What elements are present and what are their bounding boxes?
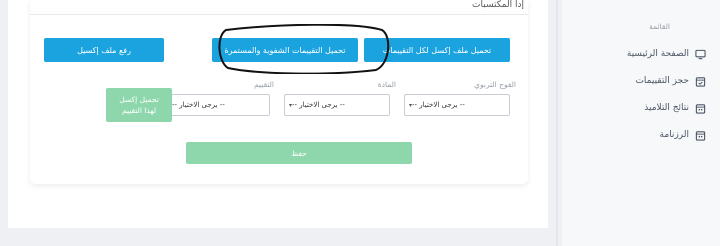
upload-excel-button[interactable]: رفع ملف إكسيل	[44, 38, 164, 62]
sidebar-item-label: الصفحة الرئيسية	[626, 49, 689, 59]
calendar-icon	[695, 130, 706, 141]
main-panel: إدا المكتسبات رفع ملف إكسيل تحميل التقيي…	[8, 0, 548, 228]
subject-label: المادة	[377, 80, 396, 89]
monitor-icon	[695, 49, 706, 59]
save-button[interactable]: حفظ	[186, 142, 412, 164]
title-divider	[30, 14, 528, 15]
sidebar-divider	[556, 0, 558, 246]
sidebar-item-calendar[interactable]: الرزنامة	[660, 126, 706, 144]
highlight-annotation	[218, 24, 390, 74]
download-assessment-line1: تحميل إكسل	[119, 95, 159, 104]
assessment-select-value: -- يرجى الاختيار --	[172, 101, 225, 109]
chevron-down-icon: ▾	[409, 101, 413, 109]
sidebar-item-label: الرزنامة	[659, 130, 689, 140]
group-select-value: -- يرجى الاختيار --	[412, 101, 465, 109]
assessment-select[interactable]: -- يرجى الاختيار -- ▾	[164, 94, 270, 116]
group-label: الفوج التربوي	[474, 80, 516, 89]
sidebar-item-results[interactable]: نتائج التلاميذ	[644, 99, 706, 117]
sidebar-item-assessments[interactable]: حجز التقييمات	[635, 72, 706, 90]
sidebar-heading: القائمة	[649, 22, 670, 31]
assessment-card: إدا المكتسبات رفع ملف إكسيل تحميل التقيي…	[30, 0, 528, 184]
download-assessment-line2: لهذا التقييم	[121, 106, 157, 115]
download-assessment-excel-button[interactable]: تحميل إكسل لهذا التقييم	[106, 88, 172, 122]
sidebar-item-home[interactable]: الصفحة الرئيسية	[627, 45, 706, 63]
calendar-icon	[695, 103, 706, 114]
assessment-label: التقييم	[254, 80, 274, 89]
sidebar: القائمة الصفحة الرئيسية حجز التقييمات نت…	[562, 0, 720, 246]
calendar-check-icon	[695, 76, 706, 87]
sidebar-item-label: نتائج التلاميذ	[644, 103, 689, 113]
card-title: إدا المكتسبات	[472, 0, 524, 10]
chevron-down-icon: ▾	[289, 101, 293, 109]
subject-select-value: -- يرجى الاختيار --	[292, 101, 345, 109]
sidebar-item-label: حجز التقييمات	[635, 76, 689, 86]
subject-select[interactable]: -- يرجى الاختيار -- ▾	[284, 94, 390, 116]
group-select[interactable]: -- يرجى الاختيار -- ▾	[404, 94, 510, 116]
